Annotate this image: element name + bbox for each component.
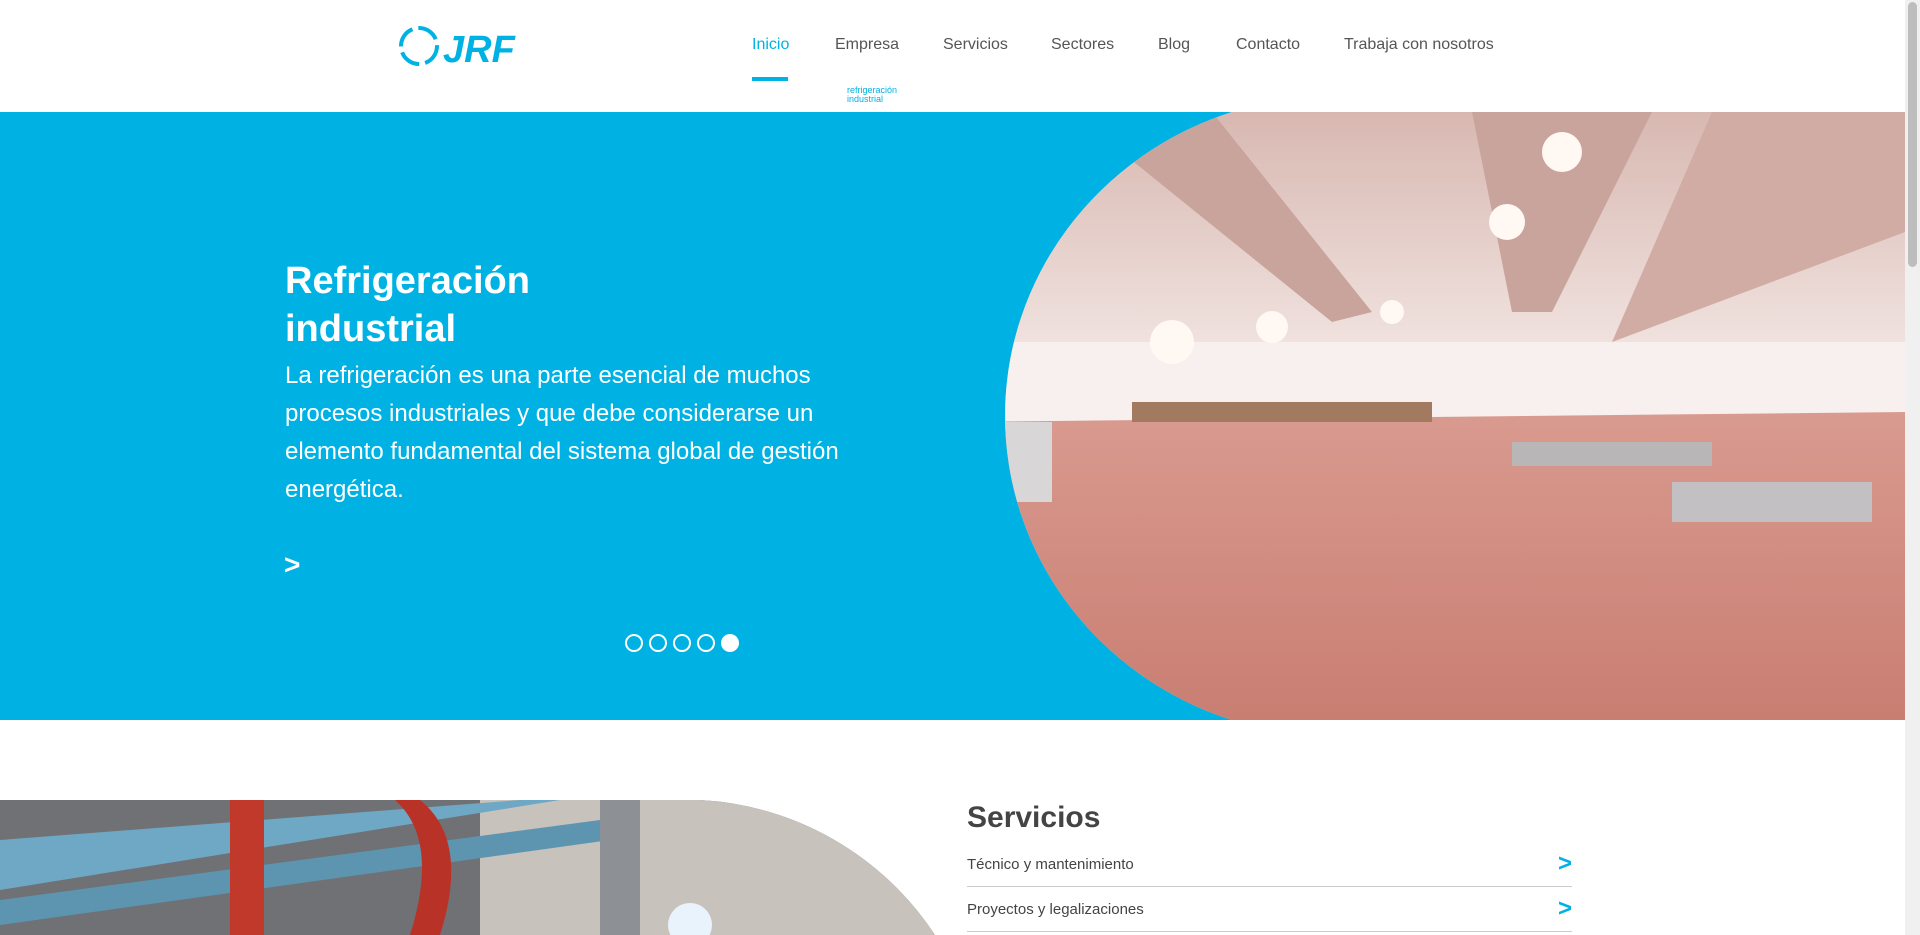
logo-tagline-line2: industrial [847, 94, 884, 104]
jrf-logo[interactable]: JRF refrigeración industrial [397, 22, 897, 104]
logo-tagline: refrigeración industrial [847, 86, 897, 104]
hero-next-arrow-icon[interactable]: > [284, 549, 300, 581]
hero-slider: Refrigeración industrial La refrigeració… [0, 112, 1905, 720]
slide-dot-3[interactable] [673, 634, 691, 652]
service-item-tecnico-mantenimiento[interactable]: Técnico y mantenimiento > [967, 842, 1572, 887]
hero-image-cold-storage [952, 112, 1905, 720]
nav-sectores[interactable]: Sectores [1051, 36, 1114, 54]
slide-dot-2[interactable] [649, 634, 667, 652]
services-title: Servicios [967, 801, 1101, 834]
jrf-logo-mark: JRF [399, 26, 517, 71]
scrollbar-thumb[interactable] [1908, 2, 1917, 267]
chevron-right-icon[interactable]: > [1558, 895, 1572, 923]
nav-servicios[interactable]: Servicios [943, 36, 1008, 54]
service-label: Técnico y mantenimiento [967, 855, 1134, 873]
hero-title-line2: industrial [285, 308, 457, 350]
slide-dot-1[interactable] [625, 634, 643, 652]
chevron-right-icon[interactable]: > [1558, 850, 1572, 878]
services-image-pipes [0, 800, 935, 935]
nav-blog[interactable]: Blog [1158, 36, 1190, 54]
slide-dot-4[interactable] [697, 634, 715, 652]
svg-text:JRF: JRF [443, 29, 517, 71]
nav-inicio[interactable]: Inicio [752, 36, 789, 54]
hero-title-line1: Refrigeración [285, 260, 530, 302]
services-section: Servicios Técnico y mantenimiento > Proy… [967, 798, 1572, 932]
service-label: Proyectos y legalizaciones [967, 900, 1144, 918]
hero-title: Refrigeración industrial [285, 257, 685, 353]
nav-contacto[interactable]: Contacto [1236, 36, 1300, 54]
slider-pagination [625, 634, 739, 654]
hero-description: La refrigeración es una parte esencial d… [285, 362, 839, 503]
nav-trabaja-con-nosotros[interactable]: Trabaja con nosotros [1344, 36, 1494, 54]
page-scrollbar[interactable] [1905, 0, 1920, 935]
site-header: JRF refrigeración industrial Inicio Empr… [0, 0, 1905, 112]
slide-dot-5[interactable] [721, 634, 739, 652]
nav-empresa[interactable]: Empresa [835, 36, 899, 54]
nav-active-indicator [752, 77, 788, 81]
service-item-proyectos-legalizaciones[interactable]: Proyectos y legalizaciones > [967, 887, 1572, 932]
